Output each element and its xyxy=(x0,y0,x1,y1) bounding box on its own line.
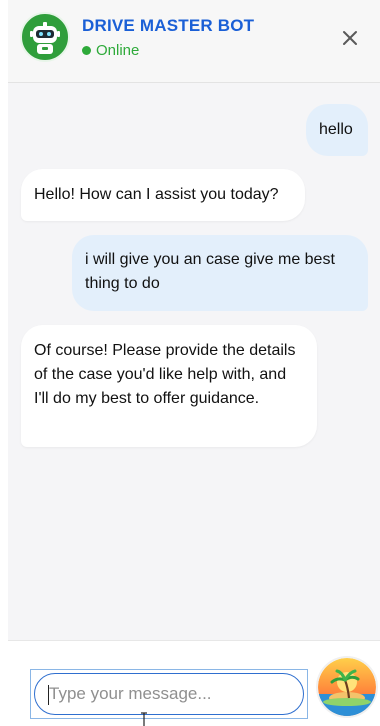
bot-message: Of course! Please provide the details of… xyxy=(21,325,317,447)
close-button[interactable] xyxy=(336,24,364,52)
message-input-wrapper xyxy=(30,669,308,726)
close-icon xyxy=(343,31,357,45)
chat-header: DRIVE MASTER BOT Online xyxy=(8,0,380,83)
message-list[interactable]: hello Hello! How can I assist you today?… xyxy=(8,83,380,640)
online-dot-icon xyxy=(82,46,91,55)
robot-icon xyxy=(20,12,70,62)
user-message: i will give you an case give me best thi… xyxy=(72,235,368,311)
send-button[interactable] xyxy=(318,658,376,716)
message-input-pill xyxy=(34,673,304,726)
island-sunset-icon xyxy=(318,658,376,716)
bot-message: Hello! How can I assist you today? xyxy=(21,169,305,221)
chat-panel: DRIVE MASTER BOT Online hello Hello! How… xyxy=(8,0,380,726)
composer-bar xyxy=(8,640,380,726)
user-message: hello xyxy=(306,104,368,156)
text-caret xyxy=(48,685,49,705)
ibeam-cursor-icon xyxy=(141,712,147,726)
chat-window: DRIVE MASTER BOT Online hello Hello! How… xyxy=(0,0,380,726)
message-input[interactable] xyxy=(35,674,303,714)
status-text: Online xyxy=(96,42,140,59)
status-indicator: Online xyxy=(82,42,139,59)
bot-name: DRIVE MASTER BOT xyxy=(82,16,255,35)
